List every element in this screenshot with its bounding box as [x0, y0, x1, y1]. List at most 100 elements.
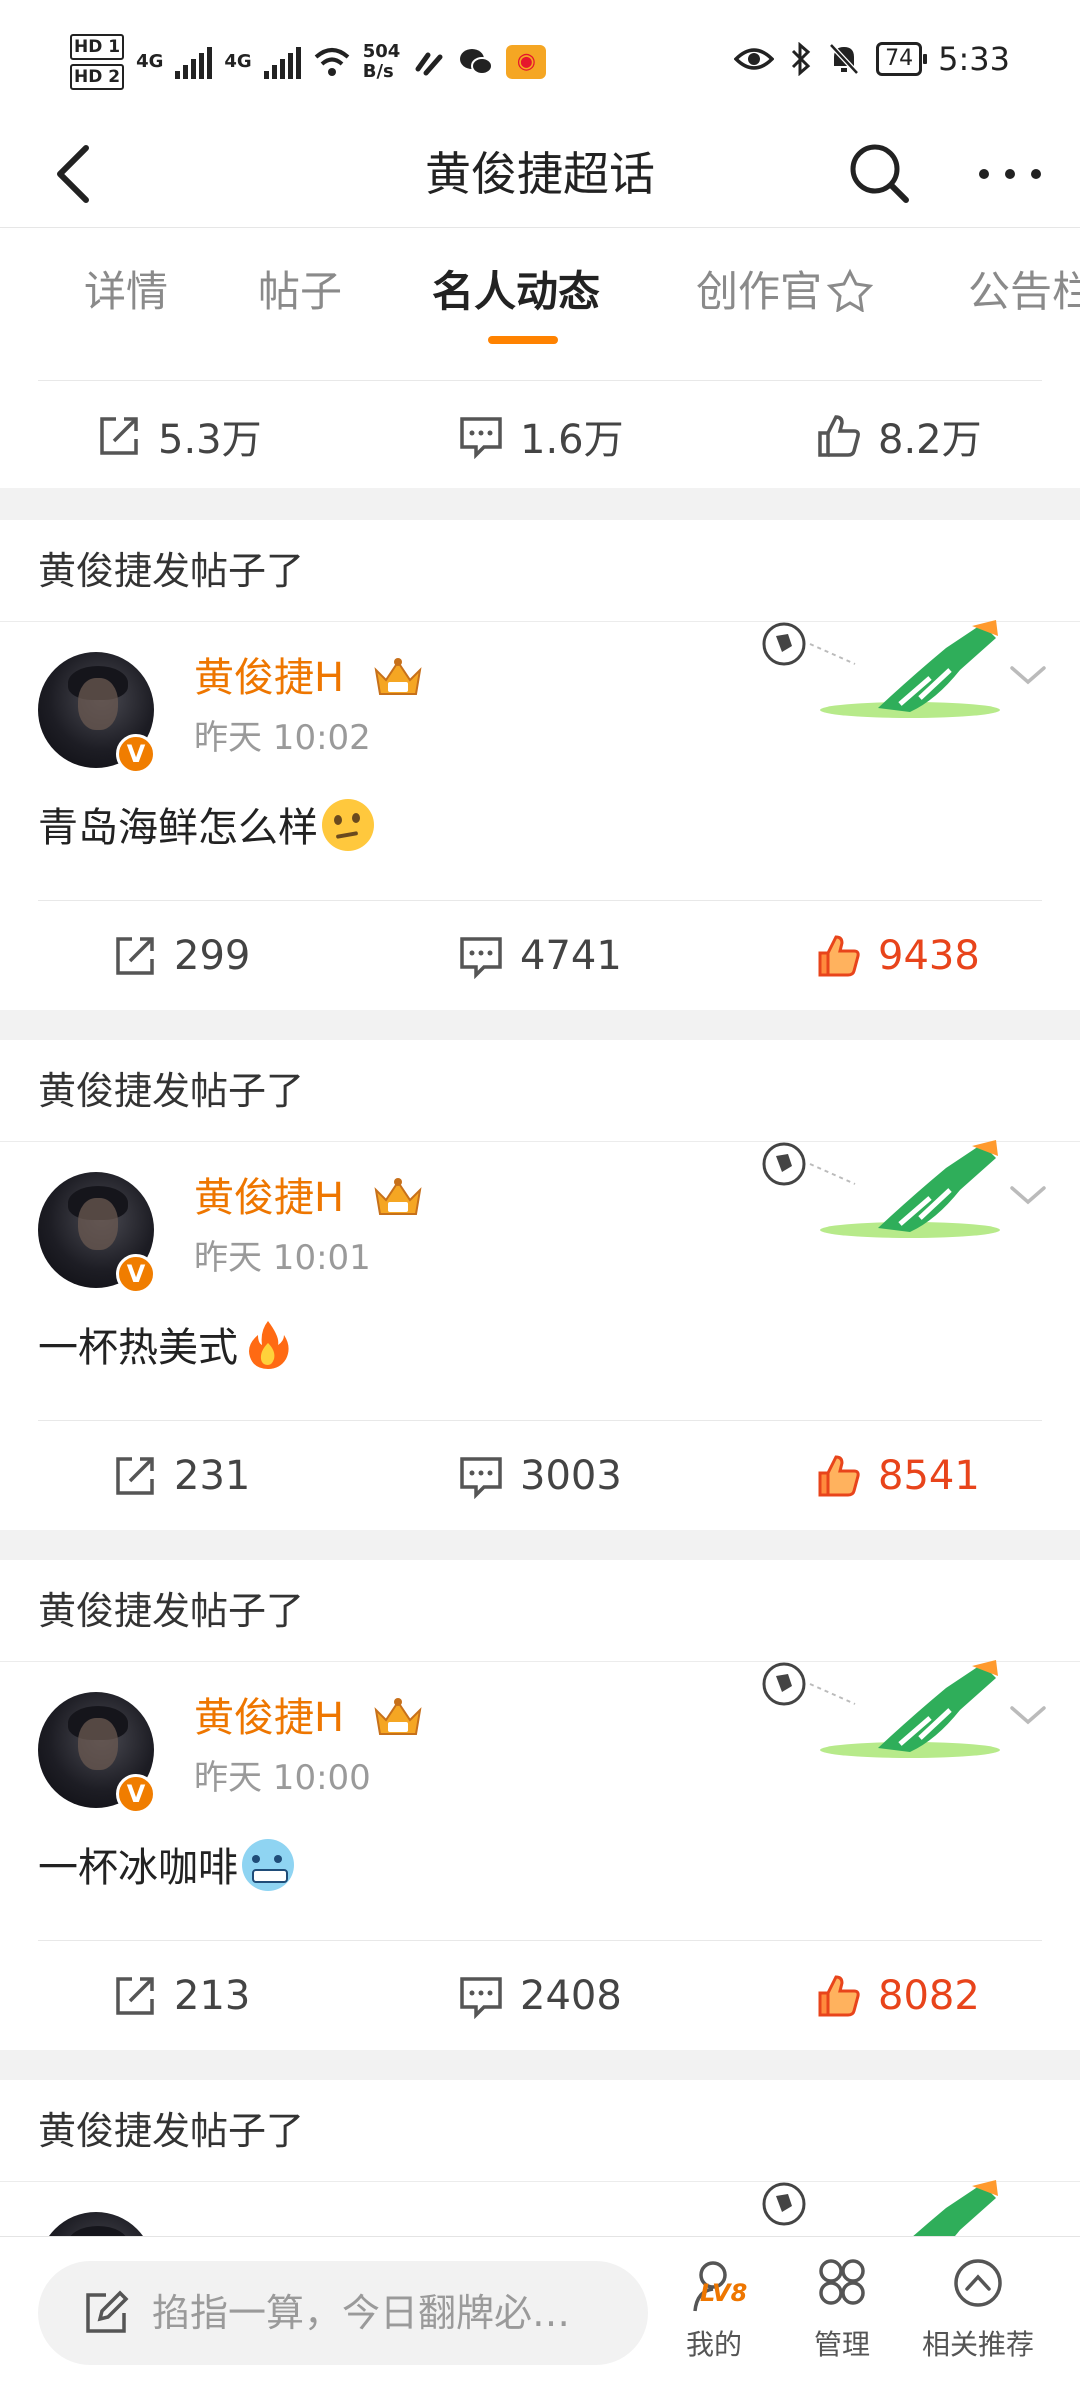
football-kick-decoration-icon	[762, 1140, 1000, 1238]
nav-manage-label: 管理	[813, 2328, 870, 2361]
tab-creator[interactable]: 创作官	[696, 264, 874, 320]
like-button[interactable]: 8082	[816, 1941, 980, 2051]
search-icon	[850, 144, 909, 203]
post-text-content: 一杯冰咖啡	[38, 1845, 238, 1891]
like-button[interactable]: 9438	[816, 901, 980, 1011]
status-bar: HD 1 HD 2 4G 4G 504 B/s ◉ 74 5:33	[0, 0, 1080, 120]
section-title-text: 黄俊捷发帖子了	[38, 1069, 305, 1113]
nav-mine[interactable]: LV8 我的	[644, 2257, 784, 2377]
section-title-text: 黄俊捷发帖子了	[38, 549, 305, 593]
post-text-content: 青岛海鲜怎么样	[38, 805, 318, 851]
thumbs-up-icon	[818, 415, 860, 457]
chevron-down-icon[interactable]	[1006, 656, 1050, 696]
comment-icon	[460, 1977, 502, 2019]
nav-related-recommend[interactable]: 相关推荐	[908, 2257, 1048, 2377]
post-stats: 231 3003 8541	[0, 1421, 1080, 1531]
weibo-icon: ◉	[506, 45, 547, 79]
like-button[interactable]: 8541	[816, 1421, 980, 1531]
post-text-content: 一杯热美式	[38, 1325, 238, 1371]
repost-button[interactable]: 213	[112, 1941, 250, 2051]
nav-manage[interactable]: 管理	[772, 2257, 912, 2377]
comment-icon	[460, 417, 502, 459]
comment-button[interactable]: 3003	[458, 1421, 622, 1531]
post-card[interactable]: V 黄俊捷H 昨天 10:02 青岛海鲜怎么样 299 4741 9438	[0, 620, 1080, 1011]
title-bar: 黄俊捷超话	[0, 120, 1080, 228]
network-type-1: 4G	[136, 51, 164, 72]
post-time: 昨天 10:01	[194, 1238, 371, 1278]
post-time: 昨天 10:02	[194, 718, 371, 758]
post-text: 一杯冰咖啡	[38, 1838, 294, 1898]
link-icon	[415, 52, 443, 76]
more-button[interactable]	[970, 136, 1050, 212]
bluetooth-icon	[792, 42, 811, 76]
hd2-label: HD 2	[70, 64, 125, 90]
like-button[interactable]: 8.2万	[816, 381, 982, 491]
back-button[interactable]	[44, 136, 114, 212]
network-type-2: 4G	[224, 51, 252, 72]
post-card[interactable]: V 黄俊捷H 昨天 10:01 一杯热美式 231 3003 8541	[0, 1140, 1080, 1531]
repost-count: 299	[174, 933, 251, 979]
comment-button[interactable]: 1.6万	[458, 381, 624, 491]
thumbs-up-liked-icon	[818, 1455, 860, 1497]
nav-mine-label: 我的	[685, 2328, 742, 2361]
comment-icon	[460, 1457, 502, 1499]
verified-badge-icon: V	[116, 1254, 156, 1294]
hd1-label: HD 1	[70, 34, 125, 60]
post-card[interactable]: V 黄俊捷H 昨天 10:00 一杯冰咖啡 213 2408 8082	[0, 1660, 1080, 2051]
username[interactable]: 黄俊捷H	[194, 652, 344, 704]
chevron-down-icon[interactable]	[1006, 1696, 1050, 1736]
crown-badge-icon	[374, 1698, 422, 1735]
repost-icon	[100, 417, 138, 455]
repost-button[interactable]: 231	[112, 1421, 250, 1531]
nav-related-recommend-label: 相关推荐	[921, 2328, 1034, 2361]
wifi-icon	[314, 48, 350, 76]
post-time: 昨天 10:00	[194, 1758, 371, 1798]
verified-badge-icon: V	[116, 1774, 156, 1814]
battery-icon: 74	[876, 42, 928, 76]
username[interactable]: 黄俊捷H	[194, 1172, 344, 1224]
tab-details[interactable]: 详情	[84, 264, 168, 320]
comment-button[interactable]: 2408	[458, 1941, 622, 2051]
like-count: 8082	[878, 1973, 980, 2019]
repost-button[interactable]: 5.3万	[96, 381, 262, 491]
chevron-down-icon[interactable]	[1006, 1176, 1050, 1216]
tab-celebrity-updates[interactable]: 名人动态	[432, 264, 600, 320]
active-tab-indicator	[488, 336, 558, 344]
feed[interactable]: 5.3万 1.6万 8.2万 黄俊捷发帖子了 V 黄俊捷H 昨天 10:02 青…	[0, 358, 1080, 2236]
signal-icon-2	[263, 45, 301, 79]
tab-announcements[interactable]: 公告栏	[968, 264, 1080, 320]
comment-button[interactable]: 4741	[458, 901, 622, 1011]
manage-grid-icon	[819, 2259, 865, 2305]
repost-button[interactable]: 299	[112, 901, 250, 1011]
network-speed: 504 B/s	[362, 41, 401, 82]
chevron-up-circle-icon	[954, 2259, 1002, 2307]
mute-icon	[829, 43, 859, 75]
football-kick-decoration-icon	[762, 2180, 998, 2236]
tab-creator-label: 创作官	[696, 267, 823, 316]
crown-badge-icon	[374, 658, 422, 695]
section-title: 黄俊捷发帖子了	[0, 2080, 1080, 2182]
creator-badge-icon	[826, 268, 874, 313]
post-card-partial[interactable]	[0, 2180, 1080, 2236]
comment-count: 3003	[520, 1453, 622, 1499]
search-button[interactable]	[842, 136, 918, 212]
section-title: 黄俊捷发帖子了	[0, 1560, 1080, 1662]
cold-face-icon	[242, 1839, 294, 1891]
repost-count: 5.3万	[158, 417, 262, 463]
compose-placeholder: 掐指一算，今日翻牌必…	[152, 2291, 571, 2335]
fire-icon	[249, 1321, 289, 1369]
repost-count: 231	[174, 1453, 251, 1499]
level-badge: LV8	[700, 2279, 748, 2307]
comment-count: 1.6万	[520, 417, 624, 463]
username[interactable]: 黄俊捷H	[194, 1692, 344, 1744]
page-title: 黄俊捷超话	[425, 147, 655, 201]
tab-posts[interactable]: 帖子	[258, 264, 342, 320]
avatar[interactable]	[38, 2212, 154, 2236]
compose-input[interactable]: 掐指一算，今日翻牌必…	[38, 2261, 648, 2365]
wechat-icon	[460, 49, 494, 75]
tab-bar: 详情 帖子 名人动态 创作官 公告栏	[0, 230, 1080, 358]
signal-icon	[175, 45, 213, 79]
post-stats: 213 2408 8082	[0, 1941, 1080, 2051]
post-stats: 299 4741 9438	[0, 901, 1080, 1011]
section-title: 黄俊捷发帖子了	[0, 1040, 1080, 1142]
